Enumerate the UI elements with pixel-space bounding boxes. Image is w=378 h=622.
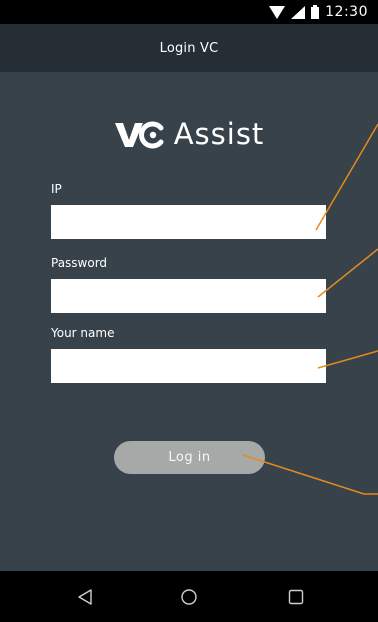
ip-label: IP [51,182,62,196]
app-bar: Login VC [0,24,378,72]
recents-icon [288,589,304,605]
name-input[interactable] [51,349,326,383]
ip-input[interactable] [51,205,326,239]
name-label: Your name [51,326,115,340]
login-button[interactable]: Log in [114,441,265,474]
status-time: 12:30 [325,4,368,20]
battery-icon [311,5,320,19]
nav-back-button[interactable] [72,584,98,610]
nav-home-button[interactable] [176,584,202,610]
back-icon [78,589,92,605]
nav-recents-button[interactable] [283,584,309,610]
app-title: Login VC [159,40,219,56]
vc-logo-mark-icon [114,121,164,149]
callout-line-name [317,350,378,369]
wifi-icon [269,5,286,19]
logo-text: Assist [173,117,265,151]
home-icon [181,589,197,605]
signal-icon [291,5,306,19]
navigation-bar [0,571,378,622]
status-bar: 12:30 [0,0,378,24]
password-input[interactable] [51,279,326,313]
callout-line-password [317,248,378,298]
vc-assist-logo: Assist [0,114,378,154]
login-screen: 12:30 Login VC Assist IP Password Your n… [0,0,378,622]
password-label: Password [51,256,108,270]
status-icons: 12:30 [269,2,368,22]
